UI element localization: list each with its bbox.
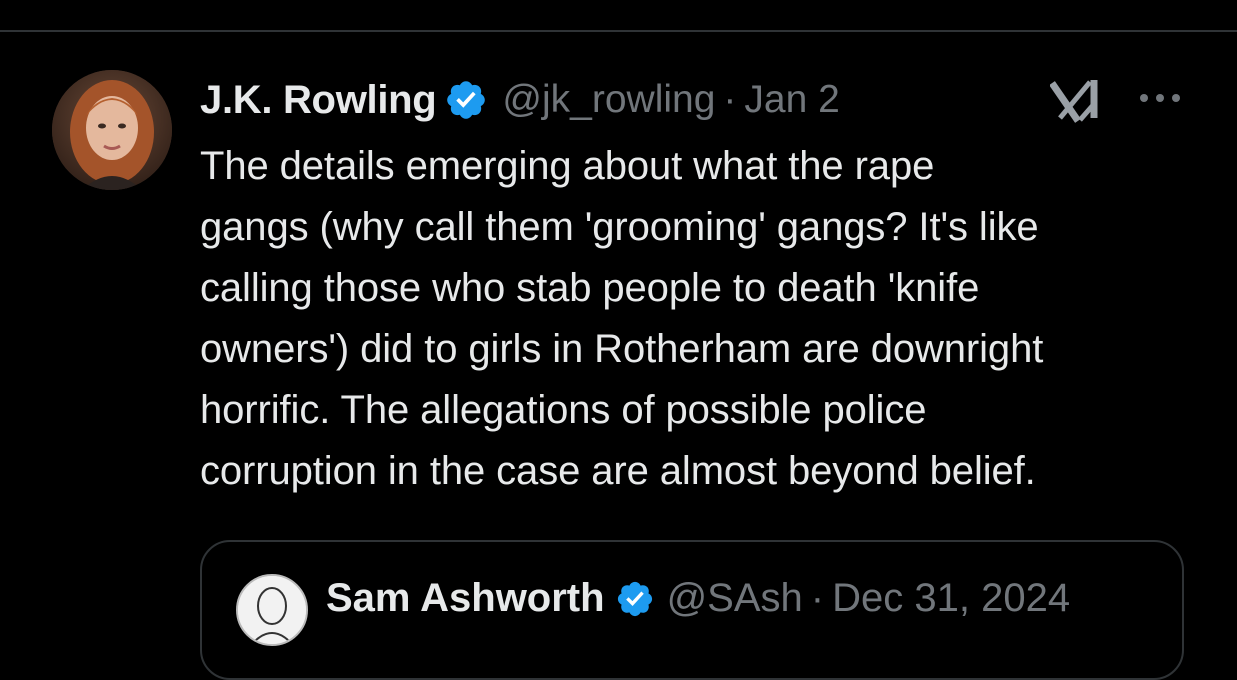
avatar[interactable] (52, 70, 172, 190)
handle[interactable]: @jk_rowling (502, 78, 715, 122)
quoted-tweet-card[interactable]: Sam Ashworth @SAsh · Dec 31, 2024 (200, 540, 1184, 680)
tweet[interactable]: J.K. Rowling @jk_rowling · Jan 2 The det… (0, 32, 1237, 680)
grok-icon[interactable] (1049, 76, 1106, 128)
verified-badge-icon (444, 78, 488, 122)
quoted-avatar[interactable] (236, 574, 308, 646)
display-name[interactable]: J.K. Rowling (200, 78, 437, 123)
quoted-header: Sam Ashworth @SAsh · Dec 31, 2024 (326, 576, 1070, 621)
quoted-display-name[interactable]: Sam Ashworth (326, 576, 605, 621)
avatar-image (52, 70, 172, 190)
tweet-header: J.K. Rowling @jk_rowling · Jan 2 (200, 72, 840, 128)
separator-dot: · (723, 78, 737, 121)
timestamp[interactable]: Jan 2 (744, 78, 839, 122)
quoted-verified-badge-icon (615, 579, 655, 619)
more-options-icon[interactable] (1136, 78, 1184, 118)
quoted-separator-dot: · (810, 576, 825, 620)
tweet-text: The details emerging about what the rape… (200, 144, 1044, 493)
quoted-timestamp[interactable]: Dec 31, 2024 (832, 576, 1070, 621)
quoted-handle[interactable]: @SAsh (667, 576, 803, 621)
